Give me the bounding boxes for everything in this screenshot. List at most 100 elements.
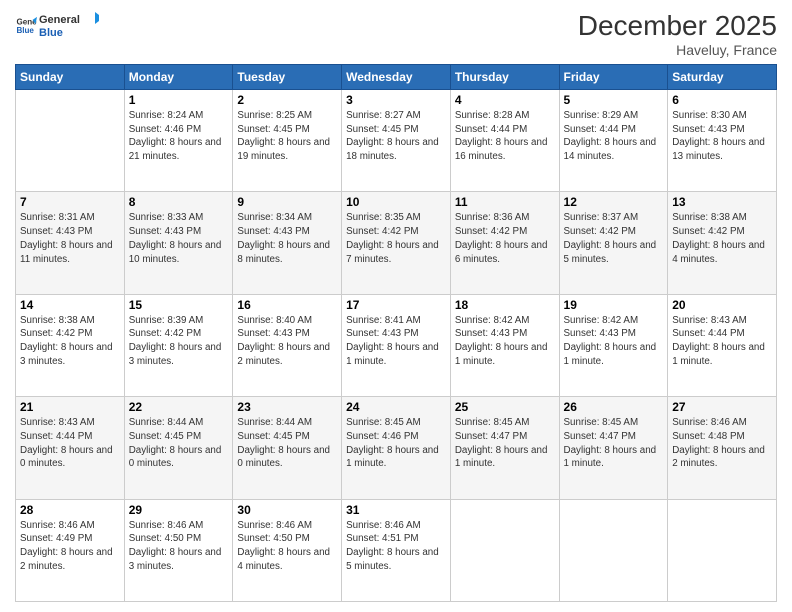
cell-date: 7 — [20, 195, 120, 209]
cell-date: 1 — [129, 93, 229, 107]
calendar-cell: 13 Sunrise: 8:38 AMSunset: 4:42 PMDaylig… — [668, 192, 777, 294]
cell-date: 12 — [564, 195, 664, 209]
calendar-table: Sunday Monday Tuesday Wednesday Thursday… — [15, 64, 777, 602]
calendar-cell: 10 Sunrise: 8:35 AMSunset: 4:42 PMDaylig… — [342, 192, 451, 294]
weekday-header-row: Sunday Monday Tuesday Wednesday Thursday… — [16, 65, 777, 90]
cell-info: Sunrise: 8:46 AMSunset: 4:48 PMDaylight:… — [672, 417, 765, 469]
cell-date: 4 — [455, 93, 555, 107]
calendar-week-row: 14 Sunrise: 8:38 AMSunset: 4:42 PMDaylig… — [16, 294, 777, 396]
calendar-cell: 7 Sunrise: 8:31 AMSunset: 4:43 PMDayligh… — [16, 192, 125, 294]
calendar-cell: 28 Sunrise: 8:46 AMSunset: 4:49 PMDaylig… — [16, 499, 125, 601]
cell-info: Sunrise: 8:42 AMSunset: 4:43 PMDaylight:… — [564, 315, 657, 367]
calendar-cell: 29 Sunrise: 8:46 AMSunset: 4:50 PMDaylig… — [124, 499, 233, 601]
cell-info: Sunrise: 8:40 AMSunset: 4:43 PMDaylight:… — [237, 315, 330, 367]
calendar-cell: 31 Sunrise: 8:46 AMSunset: 4:51 PMDaylig… — [342, 499, 451, 601]
calendar-cell: 30 Sunrise: 8:46 AMSunset: 4:50 PMDaylig… — [233, 499, 342, 601]
cell-date: 25 — [455, 400, 555, 414]
header: General Blue General Blue December 2025 … — [15, 10, 777, 58]
calendar-cell: 25 Sunrise: 8:45 AMSunset: 4:47 PMDaylig… — [450, 397, 559, 499]
calendar-cell — [559, 499, 668, 601]
cell-date: 14 — [20, 298, 120, 312]
calendar-page: General Blue General Blue December 2025 … — [0, 0, 792, 612]
header-thursday: Thursday — [450, 65, 559, 90]
cell-info: Sunrise: 8:46 AMSunset: 4:49 PMDaylight:… — [20, 520, 113, 572]
cell-date: 31 — [346, 503, 446, 517]
cell-info: Sunrise: 8:39 AMSunset: 4:42 PMDaylight:… — [129, 315, 222, 367]
calendar-cell: 15 Sunrise: 8:39 AMSunset: 4:42 PMDaylig… — [124, 294, 233, 396]
cell-date: 30 — [237, 503, 337, 517]
header-wednesday: Wednesday — [342, 65, 451, 90]
cell-date: 15 — [129, 298, 229, 312]
cell-info: Sunrise: 8:46 AMSunset: 4:50 PMDaylight:… — [237, 520, 330, 572]
cell-date: 10 — [346, 195, 446, 209]
calendar-cell: 27 Sunrise: 8:46 AMSunset: 4:48 PMDaylig… — [668, 397, 777, 499]
calendar-cell: 11 Sunrise: 8:36 AMSunset: 4:42 PMDaylig… — [450, 192, 559, 294]
svg-text:General: General — [39, 14, 80, 26]
calendar-cell — [668, 499, 777, 601]
calendar-cell: 4 Sunrise: 8:28 AMSunset: 4:44 PMDayligh… — [450, 90, 559, 192]
cell-info: Sunrise: 8:41 AMSunset: 4:43 PMDaylight:… — [346, 315, 439, 367]
calendar-week-row: 28 Sunrise: 8:46 AMSunset: 4:49 PMDaylig… — [16, 499, 777, 601]
cell-info: Sunrise: 8:30 AMSunset: 4:43 PMDaylight:… — [672, 110, 765, 162]
cell-date: 21 — [20, 400, 120, 414]
calendar-cell: 26 Sunrise: 8:45 AMSunset: 4:47 PMDaylig… — [559, 397, 668, 499]
cell-info: Sunrise: 8:33 AMSunset: 4:43 PMDaylight:… — [129, 212, 222, 264]
cell-info: Sunrise: 8:46 AMSunset: 4:50 PMDaylight:… — [129, 520, 222, 572]
cell-info: Sunrise: 8:37 AMSunset: 4:42 PMDaylight:… — [564, 212, 657, 264]
header-sunday: Sunday — [16, 65, 125, 90]
title-block: December 2025 Haveluy, France — [578, 10, 777, 58]
calendar-cell: 22 Sunrise: 8:44 AMSunset: 4:45 PMDaylig… — [124, 397, 233, 499]
cell-info: Sunrise: 8:43 AMSunset: 4:44 PMDaylight:… — [20, 417, 113, 469]
month-title: December 2025 — [578, 10, 777, 42]
calendar-cell: 8 Sunrise: 8:33 AMSunset: 4:43 PMDayligh… — [124, 192, 233, 294]
cell-info: Sunrise: 8:35 AMSunset: 4:42 PMDaylight:… — [346, 212, 439, 264]
cell-info: Sunrise: 8:45 AMSunset: 4:47 PMDaylight:… — [564, 417, 657, 469]
cell-date: 6 — [672, 93, 772, 107]
svg-text:Blue: Blue — [16, 26, 34, 35]
cell-info: Sunrise: 8:27 AMSunset: 4:45 PMDaylight:… — [346, 110, 439, 162]
cell-date: 5 — [564, 93, 664, 107]
cell-date: 13 — [672, 195, 772, 209]
calendar-cell — [450, 499, 559, 601]
cell-info: Sunrise: 8:38 AMSunset: 4:42 PMDaylight:… — [20, 315, 113, 367]
calendar-cell: 18 Sunrise: 8:42 AMSunset: 4:43 PMDaylig… — [450, 294, 559, 396]
cell-date: 29 — [129, 503, 229, 517]
calendar-week-row: 1 Sunrise: 8:24 AMSunset: 4:46 PMDayligh… — [16, 90, 777, 192]
cell-info: Sunrise: 8:36 AMSunset: 4:42 PMDaylight:… — [455, 212, 548, 264]
cell-info: Sunrise: 8:42 AMSunset: 4:43 PMDaylight:… — [455, 315, 548, 367]
calendar-cell: 19 Sunrise: 8:42 AMSunset: 4:43 PMDaylig… — [559, 294, 668, 396]
cell-info: Sunrise: 8:44 AMSunset: 4:45 PMDaylight:… — [129, 417, 222, 469]
cell-info: Sunrise: 8:29 AMSunset: 4:44 PMDaylight:… — [564, 110, 657, 162]
calendar-cell: 12 Sunrise: 8:37 AMSunset: 4:42 PMDaylig… — [559, 192, 668, 294]
cell-date: 24 — [346, 400, 446, 414]
cell-info: Sunrise: 8:45 AMSunset: 4:47 PMDaylight:… — [455, 417, 548, 469]
cell-info: Sunrise: 8:34 AMSunset: 4:43 PMDaylight:… — [237, 212, 330, 264]
cell-date: 19 — [564, 298, 664, 312]
logo-graphic: General Blue — [39, 10, 99, 40]
calendar-cell: 21 Sunrise: 8:43 AMSunset: 4:44 PMDaylig… — [16, 397, 125, 499]
cell-info: Sunrise: 8:24 AMSunset: 4:46 PMDaylight:… — [129, 110, 222, 162]
calendar-cell: 17 Sunrise: 8:41 AMSunset: 4:43 PMDaylig… — [342, 294, 451, 396]
calendar-cell — [16, 90, 125, 192]
cell-info: Sunrise: 8:43 AMSunset: 4:44 PMDaylight:… — [672, 315, 765, 367]
cell-info: Sunrise: 8:28 AMSunset: 4:44 PMDaylight:… — [455, 110, 548, 162]
cell-date: 8 — [129, 195, 229, 209]
calendar-cell: 24 Sunrise: 8:45 AMSunset: 4:46 PMDaylig… — [342, 397, 451, 499]
cell-date: 16 — [237, 298, 337, 312]
logo-icon: General Blue — [15, 14, 37, 36]
header-tuesday: Tuesday — [233, 65, 342, 90]
calendar-cell: 14 Sunrise: 8:38 AMSunset: 4:42 PMDaylig… — [16, 294, 125, 396]
calendar-cell: 9 Sunrise: 8:34 AMSunset: 4:43 PMDayligh… — [233, 192, 342, 294]
cell-date: 2 — [237, 93, 337, 107]
cell-date: 27 — [672, 400, 772, 414]
cell-date: 11 — [455, 195, 555, 209]
logo: General Blue General Blue — [15, 10, 99, 40]
calendar-cell: 2 Sunrise: 8:25 AMSunset: 4:45 PMDayligh… — [233, 90, 342, 192]
cell-date: 17 — [346, 298, 446, 312]
cell-info: Sunrise: 8:31 AMSunset: 4:43 PMDaylight:… — [20, 212, 113, 264]
calendar-cell: 16 Sunrise: 8:40 AMSunset: 4:43 PMDaylig… — [233, 294, 342, 396]
cell-info: Sunrise: 8:38 AMSunset: 4:42 PMDaylight:… — [672, 212, 765, 264]
cell-date: 20 — [672, 298, 772, 312]
cell-info: Sunrise: 8:25 AMSunset: 4:45 PMDaylight:… — [237, 110, 330, 162]
calendar-cell: 6 Sunrise: 8:30 AMSunset: 4:43 PMDayligh… — [668, 90, 777, 192]
